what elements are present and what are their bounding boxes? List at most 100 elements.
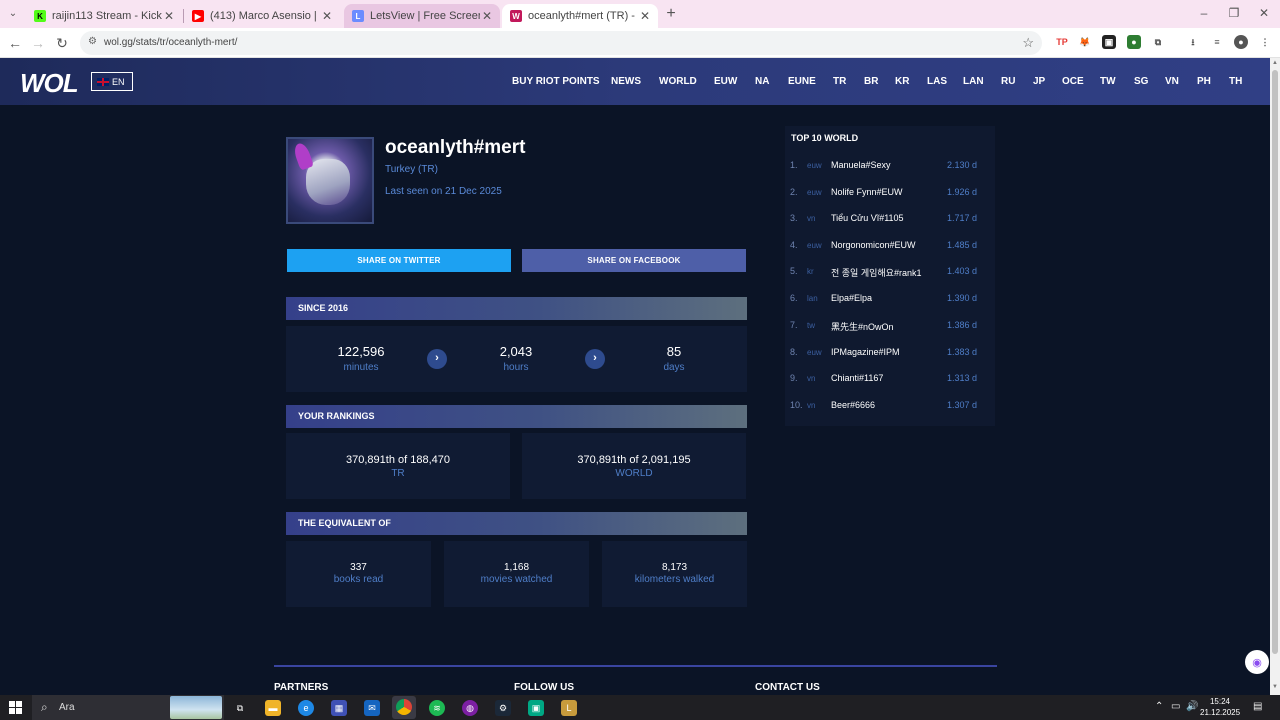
file-explorer-icon[interactable]: ▬ bbox=[265, 700, 281, 716]
new-tab-plus-icon[interactable]: + bbox=[662, 5, 680, 23]
mail-icon[interactable]: ✉ bbox=[364, 700, 380, 716]
nav-euw[interactable]: EUW bbox=[714, 76, 737, 87]
taskbar-search[interactable]: ⌕ Ara bbox=[32, 695, 224, 720]
minimize-icon[interactable]: – bbox=[1194, 6, 1214, 20]
scroll-up-icon[interactable]: ▲ bbox=[1271, 60, 1279, 66]
nav-news[interactable]: NEWS bbox=[611, 76, 641, 87]
bookmark-star-icon[interactable]: ☆ bbox=[1022, 35, 1034, 51]
page-scrollbar[interactable]: ▲ ▼ bbox=[1270, 58, 1280, 695]
search-placeholder: Ara bbox=[59, 702, 75, 713]
nav-oce[interactable]: OCE bbox=[1062, 76, 1084, 87]
volume-icon[interactable]: 🔊 bbox=[1186, 701, 1198, 712]
extension-tp-icon[interactable]: TP bbox=[1055, 35, 1069, 49]
notifications-icon[interactable]: ▤ bbox=[1253, 701, 1262, 712]
green-app-icon[interactable]: ▣ bbox=[528, 700, 544, 716]
download-icon[interactable]: ⭳ bbox=[1186, 35, 1200, 49]
nav-tr[interactable]: TR bbox=[833, 76, 846, 87]
profile-avatar-icon[interactable]: ● bbox=[1234, 35, 1248, 49]
windows-start-icon[interactable] bbox=[9, 701, 22, 714]
league-client-icon[interactable]: L bbox=[561, 700, 577, 716]
extensions-puzzle-icon[interactable]: ⧉ bbox=[1151, 35, 1165, 49]
player-name[interactable]: Beer#6666 bbox=[831, 400, 875, 410]
nav-th[interactable]: TH bbox=[1229, 76, 1242, 87]
nav-world[interactable]: WORLD bbox=[659, 76, 697, 87]
tray-chevron-up-icon[interactable]: ⌃ bbox=[1155, 701, 1163, 712]
player-name[interactable]: 전 종일 게임해요#rank1 bbox=[831, 266, 921, 279]
close-icon[interactable]: ✕ bbox=[162, 9, 176, 23]
tab-title: oceanlyth#mert (TR) - Stats - Le... bbox=[528, 10, 638, 22]
task-view-icon[interactable]: ⧉ bbox=[232, 700, 248, 716]
player-name[interactable]: Manuela#Sexy bbox=[831, 160, 891, 170]
extension-metamask-icon[interactable]: 🦊 bbox=[1078, 35, 1092, 49]
site-info-icon[interactable]: ⚙ bbox=[88, 36, 97, 47]
rankings-section-header: YOUR RANKINGS bbox=[286, 405, 747, 428]
media-control-icon[interactable]: ≡ bbox=[1210, 35, 1224, 49]
list-item[interactable]: 3. vn Tiểu Cửu Vĩ#1105 1.717 d bbox=[785, 213, 995, 227]
nav-buy-riot-points[interactable]: BUY RIOT POINTS bbox=[512, 76, 600, 87]
nav-br[interactable]: BR bbox=[864, 76, 878, 87]
chrome-app-button[interactable] bbox=[392, 696, 416, 719]
player-name[interactable]: Tiểu Cửu Vĩ#1105 bbox=[831, 213, 904, 223]
player-name[interactable]: IPMagazine#IPM bbox=[831, 347, 900, 357]
nav-eune[interactable]: EUNE bbox=[788, 76, 816, 87]
store-icon[interactable]: ▦ bbox=[331, 700, 347, 716]
clock-date: 21.12.2025 bbox=[1200, 708, 1241, 717]
floating-assistant-icon[interactable]: ◉ bbox=[1245, 650, 1269, 674]
extension-box-icon[interactable]: ▣ bbox=[1102, 35, 1116, 49]
close-icon[interactable]: ✕ bbox=[480, 9, 494, 23]
list-item[interactable]: 4. euw Norgonomicon#EUW 1.485 d bbox=[785, 240, 995, 254]
nav-las[interactable]: LAS bbox=[927, 76, 947, 87]
scrollbar-thumb[interactable] bbox=[1272, 70, 1278, 654]
tab-youtube[interactable]: ▶ (413) Marco Asensio | Cevapsız... ✕ bbox=[184, 4, 340, 28]
tab-wol-active[interactable]: W oceanlyth#mert (TR) - Stats - Le... ✕ bbox=[502, 4, 658, 28]
nav-sg[interactable]: SG bbox=[1134, 76, 1148, 87]
nav-ru[interactable]: RU bbox=[1001, 76, 1015, 87]
tab-search-chevron-icon[interactable]: ⌄ bbox=[4, 5, 22, 23]
rank-number: 1. bbox=[790, 160, 798, 170]
player-name[interactable]: 黑先生#nOwOn bbox=[831, 320, 894, 333]
nav-vn[interactable]: VN bbox=[1165, 76, 1179, 87]
share-facebook-button[interactable]: SHARE ON FACEBOOK bbox=[522, 249, 746, 272]
close-icon[interactable]: ✕ bbox=[320, 9, 334, 23]
list-item[interactable]: 9. vn Chianti#1167 1.313 d bbox=[785, 373, 995, 387]
edge-icon[interactable]: e bbox=[298, 700, 314, 716]
close-window-icon[interactable]: ✕ bbox=[1254, 6, 1274, 20]
maximize-icon[interactable]: ❐ bbox=[1224, 6, 1244, 20]
url-text[interactable]: wol.gg/stats/tr/oceanlyth-mert/ bbox=[104, 37, 237, 48]
list-item[interactable]: 1. euw Manuela#Sexy 2.130 d bbox=[785, 160, 995, 174]
tab-kick[interactable]: K raijin113 Stream - Kick Dashbo... ✕ bbox=[26, 4, 182, 28]
scroll-down-icon[interactable]: ▼ bbox=[1271, 684, 1279, 690]
list-item[interactable]: 2. euw Nolife Fynn#EUW 1.926 d bbox=[785, 187, 995, 201]
back-arrow-icon[interactable]: ← bbox=[6, 34, 24, 52]
reload-icon[interactable]: ↻ bbox=[53, 34, 71, 52]
list-item[interactable]: 6. lan Elpa#Elpa 1.390 d bbox=[785, 293, 995, 307]
player-name[interactable]: Chianti#1167 bbox=[831, 373, 883, 383]
player-name[interactable]: Nolife Fynn#EUW bbox=[831, 187, 903, 197]
days-played: 1.926 d bbox=[946, 187, 977, 197]
messenger-icon[interactable]: ◍ bbox=[462, 700, 478, 716]
nav-jp[interactable]: JP bbox=[1033, 76, 1045, 87]
address-bar[interactable]: ⚙ wol.gg/stats/tr/oceanlyth-mert/ ☆ bbox=[80, 31, 1042, 55]
movies-value: 1,168 bbox=[503, 562, 530, 573]
player-name[interactable]: Elpa#Elpa bbox=[831, 293, 872, 303]
steam-icon[interactable]: ⚙ bbox=[495, 700, 511, 716]
list-item[interactable]: 8. euw IPMagazine#IPM 1.383 d bbox=[785, 347, 995, 361]
nav-tw[interactable]: TW bbox=[1100, 76, 1116, 87]
close-icon[interactable]: ✕ bbox=[638, 9, 652, 23]
nav-ph[interactable]: PH bbox=[1197, 76, 1211, 87]
menu-kebab-icon[interactable]: ⋮ bbox=[1258, 35, 1272, 49]
nav-lan[interactable]: LAN bbox=[963, 76, 984, 87]
spotify-icon[interactable]: ≋ bbox=[429, 700, 445, 716]
extension-green-icon[interactable]: ● bbox=[1127, 35, 1141, 49]
list-item[interactable]: 10. vn Beer#6666 1.307 d bbox=[785, 400, 995, 414]
player-name[interactable]: Norgonomicon#EUW bbox=[831, 240, 916, 250]
nav-kr[interactable]: KR bbox=[895, 76, 909, 87]
share-twitter-button[interactable]: SHARE ON TWITTER bbox=[287, 249, 511, 272]
nav-na[interactable]: NA bbox=[755, 76, 769, 87]
list-item[interactable]: 5. kr 전 종일 게임해요#rank1 1.403 d bbox=[785, 266, 995, 280]
tab-letsview[interactable]: L LetsView | Free Screen Mirroring... ✕ bbox=[344, 4, 500, 28]
system-clock[interactable]: 15:24 21.12.2025 bbox=[1200, 696, 1240, 718]
network-icon[interactable]: ▭ bbox=[1171, 701, 1180, 712]
list-item[interactable]: 7. tw 黑先生#nOwOn 1.386 d bbox=[785, 320, 995, 334]
forward-arrow-icon[interactable]: → bbox=[29, 34, 47, 52]
